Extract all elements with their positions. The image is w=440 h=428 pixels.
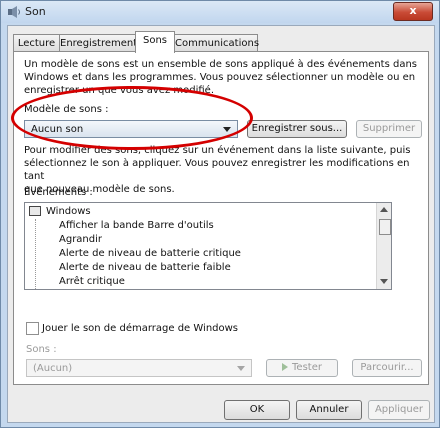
play-icon xyxy=(282,363,289,371)
intro-line: Un modèle de sons est un ensemble de son… xyxy=(24,59,418,70)
test-label: Tester xyxy=(292,362,322,373)
tab-label: Sons xyxy=(142,35,167,46)
event-label: Alerte de niveau de batterie faible xyxy=(59,262,231,273)
events-label: Événements : xyxy=(24,187,93,198)
speaker-icon xyxy=(8,6,20,18)
sound-dialog: Son x Lecture Enregistrement Sons Commun… xyxy=(0,0,440,428)
startup-sound-label[interactable]: Jouer le son de démarrage de Windows xyxy=(42,322,238,335)
modify-line: sélectionnez le son à appliquer. Vous po… xyxy=(24,158,410,182)
close-icon: x xyxy=(409,4,417,17)
sound-select[interactable]: (Aucun) xyxy=(26,359,252,377)
title-bar[interactable]: Son x xyxy=(1,1,439,23)
list-item[interactable]: Windows xyxy=(29,205,91,219)
annotation-ellipse xyxy=(11,86,253,150)
tab-label: Communications xyxy=(175,38,260,49)
tab-label: Lecture xyxy=(17,38,56,49)
list-item[interactable]: Agrandir xyxy=(59,233,102,247)
scroll-up-icon[interactable] xyxy=(380,206,388,212)
list-item[interactable]: Arrêt critique xyxy=(59,275,125,289)
browse-button[interactable]: Parcourir... xyxy=(352,359,422,377)
ok-button[interactable]: OK xyxy=(224,400,290,420)
window-title: Son xyxy=(25,5,46,18)
events-scrollbar[interactable] xyxy=(376,203,391,289)
list-item[interactable]: Afficher la bande Barre d'outils xyxy=(59,219,214,233)
chevron-down-icon xyxy=(237,366,245,371)
windows-folder-icon xyxy=(29,206,41,216)
startup-sound-checkbox[interactable] xyxy=(26,322,39,335)
list-item[interactable]: Alerte de niveau de batterie critique xyxy=(59,247,241,261)
save-as-button[interactable]: Enregistrer sous... xyxy=(247,120,347,138)
delete-button[interactable]: Supprimer xyxy=(356,120,422,138)
event-label: Afficher la bande Barre d'outils xyxy=(59,220,214,231)
scroll-thumb[interactable] xyxy=(379,219,391,235)
tab-lecture[interactable]: Lecture xyxy=(13,34,60,52)
list-item[interactable]: Alerte de niveau de batterie faible xyxy=(59,261,231,275)
events-list[interactable]: Windows Afficher la bande Barre d'outils… xyxy=(24,202,392,290)
tab-label: Enregistrement xyxy=(60,38,138,49)
event-label: Agrandir xyxy=(59,234,103,245)
dialog-client: Lecture Enregistrement Sons Communicatio… xyxy=(7,25,435,423)
event-label: Arrêt critique xyxy=(59,276,125,287)
event-label: Alerte de niveau de batterie critique xyxy=(59,248,241,259)
scroll-down-icon[interactable] xyxy=(380,279,388,285)
cancel-button[interactable]: Annuler xyxy=(296,400,362,420)
tab-sons[interactable]: Sons xyxy=(135,31,175,53)
tree-connector xyxy=(35,219,37,289)
apply-button[interactable]: Appliquer xyxy=(368,400,430,420)
tab-communications[interactable]: Communications xyxy=(174,34,260,52)
event-label: Windows xyxy=(46,206,91,217)
sound-value: (Aucun) xyxy=(33,363,73,374)
tab-enregistrement[interactable]: Enregistrement xyxy=(59,34,137,52)
intro-line: Windows et dans les programmes. Vous pou… xyxy=(24,72,416,83)
sounds-label: Sons : xyxy=(26,344,57,355)
test-button[interactable]: Tester xyxy=(266,359,338,377)
close-button[interactable]: x xyxy=(393,2,433,21)
